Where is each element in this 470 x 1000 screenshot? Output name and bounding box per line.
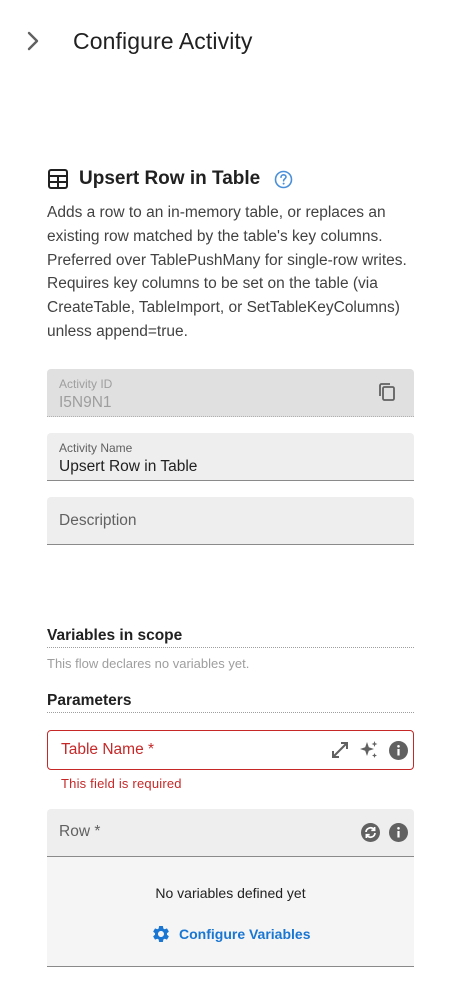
description-placeholder: Description [59, 512, 137, 529]
variables-in-scope-heading: Variables in scope [47, 627, 414, 648]
configure-variables-button[interactable]: Configure Variables [151, 924, 310, 944]
row-variables-panel: No variables defined yet Configure Varia… [47, 857, 414, 967]
activity-id-label: Activity ID [59, 377, 113, 391]
row-label: Row * [59, 823, 101, 840]
header: Configure Activity [0, 0, 470, 86]
gear-icon [153, 926, 169, 942]
configure-variables-label[interactable]: Configure Variables [179, 926, 310, 942]
activity-name-value[interactable]: Upsert Row in Table [59, 458, 197, 476]
description-field[interactable]: Description [47, 497, 414, 545]
no-variables-text: No variables defined yet [155, 885, 306, 901]
activity-name-field[interactable]: Activity Name Upsert Row in Table [47, 433, 414, 481]
table-name-field[interactable]: Table Name * [47, 730, 414, 770]
table-icon [47, 168, 69, 190]
activity-name-label: Activity Name [59, 441, 133, 455]
info-icon[interactable] [387, 739, 409, 761]
row-field[interactable]: Row * [47, 809, 414, 857]
copy-icon[interactable] [376, 381, 398, 403]
activity-title: Upsert Row in Table [79, 168, 261, 189]
sync-icon[interactable] [360, 822, 382, 844]
table-name-label: Table Name * [61, 741, 155, 758]
page-title: Configure Activity [73, 28, 253, 54]
activity-id-field: Activity ID I5N9N1 [47, 369, 414, 417]
activity-id-value: I5N9N1 [59, 394, 112, 411]
parameters-heading: Parameters [47, 692, 414, 713]
variables-empty-text: This flow declares no variables yet. [47, 656, 250, 671]
activity-description: Adds a row to an in-memory table, or rep… [47, 204, 407, 340]
table-name-error: This field is required [61, 776, 182, 791]
sparkle-icon[interactable] [358, 739, 380, 761]
activity-title-row: Upsert Row in Table [47, 166, 293, 192]
expand-icon[interactable] [329, 739, 351, 761]
chevron-right-icon[interactable] [21, 29, 45, 53]
info-icon[interactable] [388, 822, 410, 844]
help-circle-icon[interactable] [274, 170, 293, 189]
